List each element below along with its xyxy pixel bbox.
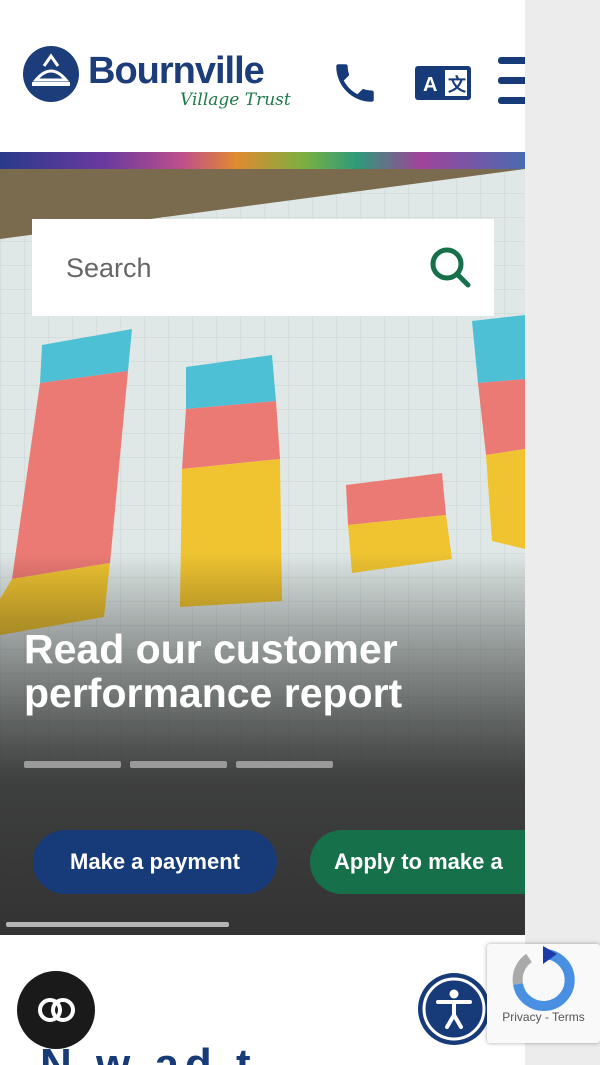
bournville-logo[interactable]: Bournville Village Trust [22,44,292,130]
hamburger-menu-icon[interactable] [498,55,525,107]
recaptcha-icon [512,946,575,1011]
carousel-indicator-2[interactable] [130,761,227,768]
search-box [32,219,494,316]
hero-headline[interactable]: Read our customer performance report [24,627,504,715]
logo-emblem-icon [23,46,79,102]
hero-headline-line-1: Read our customer [24,626,398,672]
svg-text:文: 文 [448,74,467,96]
horizontal-scrollbar[interactable] [6,922,229,927]
site-header: Bournville Village Trust A 文 [0,0,525,152]
accessibility-icon[interactable] [418,973,490,1045]
recaptcha-badge[interactable]: Privacy - Terms [487,944,600,1043]
page: Bournville Village Trust A 文 Search Read… [0,0,525,1065]
search-input[interactable] [64,247,428,289]
logo-wordmark: Bournville [88,50,265,92]
carousel-indicator-1[interactable] [24,761,121,768]
phone-icon[interactable] [330,58,380,108]
translate-icon[interactable]: A 文 [415,64,473,102]
cookie-consent-icon[interactable] [17,971,95,1049]
hero-carousel: Read our customer performance report Mak… [0,169,525,935]
recaptcha-privacy-terms[interactable]: Privacy - Terms [487,1010,600,1024]
brand-color-stripe [0,152,525,169]
carousel-indicator-3[interactable] [236,761,333,768]
search-icon[interactable] [426,243,476,293]
make-payment-button[interactable]: Make a payment [33,830,277,894]
hero-headline-line-2: performance report [24,670,403,716]
svg-text:A: A [423,74,437,96]
apply-button[interactable]: Apply to make a [310,830,525,894]
logo-subtitle: Village Trust [180,90,291,110]
